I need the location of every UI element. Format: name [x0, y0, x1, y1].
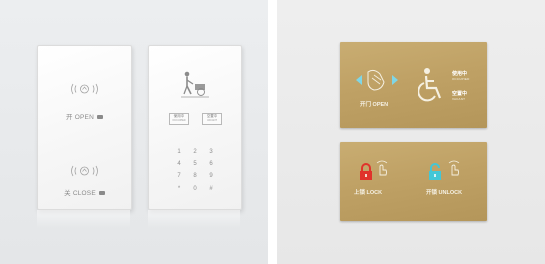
occupied-status: 使用中 OCCUPIED — [169, 113, 189, 125]
vacant-status: 空置中 VACANT — [202, 113, 222, 125]
touch-hand-icon — [446, 159, 462, 177]
panel-reflection — [37, 210, 130, 228]
key-star[interactable]: * — [173, 186, 185, 192]
key-0[interactable]: 0 — [189, 186, 201, 192]
lock-red-icon — [358, 163, 374, 181]
open-door-label: 开门 OPEN — [360, 102, 389, 108]
gold-panels-photo — [277, 0, 545, 264]
lock-icon — [98, 191, 105, 195]
key-1[interactable]: 1 — [173, 149, 185, 155]
occupied-cn: 使用中 — [452, 71, 468, 77]
rfid-wave-icon — [38, 83, 131, 95]
panel-reflection — [148, 210, 240, 228]
key-8[interactable]: 8 — [189, 173, 201, 179]
gold-open-panel: 开门 OPEN 使用中 OCCUPIED 空置中 VACANT — [340, 42, 487, 128]
wheelchair-icon — [418, 68, 444, 102]
unlock-label: 开锁 UNLOCK — [426, 190, 463, 196]
hand-swipe-icon — [354, 68, 400, 96]
key-6[interactable]: 6 — [205, 161, 217, 167]
close-label: 关 CLOSE — [38, 187, 131, 197]
gold-lock-panel: 上锁 LOCK 开锁 UNLOCK — [340, 142, 487, 221]
key-5[interactable]: 5 — [189, 161, 201, 167]
open-label: 开 OPEN — [38, 111, 131, 121]
touch-hand-icon — [374, 159, 390, 177]
key-3[interactable]: 3 — [205, 149, 217, 155]
vacant-en: VACANT — [452, 97, 466, 101]
unlock-icon — [96, 115, 103, 119]
unlock-cyan-icon — [427, 163, 445, 181]
rfid-wave-icon — [38, 165, 131, 177]
occupied-en: OCCUPIED — [452, 77, 470, 81]
key-9[interactable]: 9 — [205, 173, 217, 179]
key-hash[interactable]: # — [205, 186, 217, 192]
keypad-panel: 使用中 OCCUPIED 空置中 VACANT 1 2 3 4 5 6 7 8 … — [148, 45, 242, 210]
key-7[interactable]: 7 — [173, 173, 185, 179]
key-2[interactable]: 2 — [189, 149, 201, 155]
key-4[interactable]: 4 — [173, 161, 185, 167]
lock-label: 上锁 LOCK — [354, 190, 383, 196]
open-close-panel: 开 OPEN 关 CLOSE — [37, 45, 132, 210]
white-panels-photo: 开 OPEN 关 CLOSE 使用中 OCCUPIED 空置中 VACANT 1… — [0, 0, 268, 264]
vacant-cn: 空置中 — [452, 91, 468, 97]
wheelchair-assist-icon — [179, 71, 211, 99]
